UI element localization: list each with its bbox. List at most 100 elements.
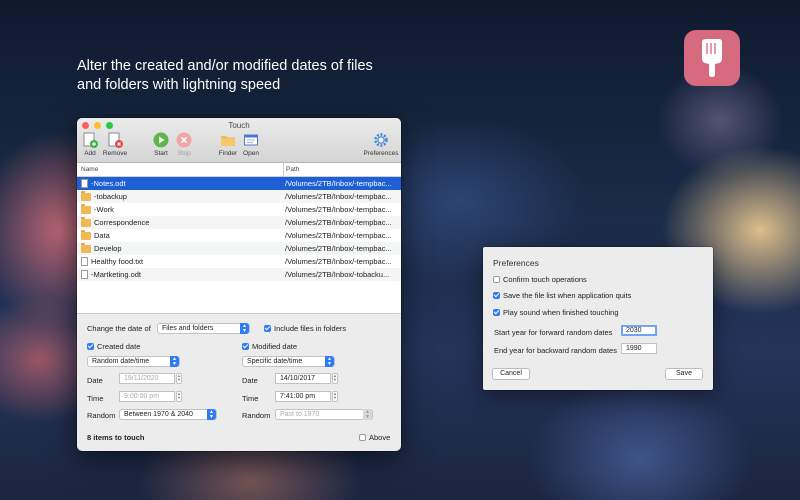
created-random-select[interactable]: Between 1970 & 2040 ▲ ▼ — [119, 409, 217, 420]
items-count: 8 items to touch — [87, 433, 145, 442]
created-random-label: Random — [87, 411, 116, 420]
window-title: Touch — [228, 121, 250, 130]
file-row[interactable]: Data/Volumes/2TB/Inbox/-tempbac... — [77, 229, 401, 242]
include-files-checkbox[interactable]: Include files in folders — [264, 324, 346, 333]
file-name: Healthy food.txt — [91, 257, 144, 266]
titlebar: Touch Add Remove Start Stop Finder Open … — [77, 118, 401, 163]
modified-date-label: Modified date — [252, 342, 298, 351]
above-checkbox[interactable]: Above — [359, 433, 390, 442]
file-row[interactable]: -Work/Volumes/2TB/Inbox/-tempbac... — [77, 203, 401, 216]
above-label: Above — [369, 433, 391, 442]
touch-window: Touch Add Remove Start Stop Finder Open … — [77, 118, 401, 451]
file-row[interactable]: -tobackup/Volumes/2TB/Inbox/-tempbac... — [77, 190, 401, 203]
chevron-updown-icon: ▲ ▼ — [207, 409, 216, 420]
document-icon — [81, 270, 88, 279]
modified-date-checkbox[interactable]: Modified date — [242, 342, 297, 351]
remove-button[interactable]: Remove — [98, 132, 132, 157]
created-date-checkbox[interactable]: Created date — [87, 342, 140, 351]
start-year-field[interactable]: 2030 — [621, 325, 657, 336]
open-button[interactable]: Open — [234, 132, 268, 157]
preferences-button[interactable]: Preferences — [361, 132, 401, 157]
stop-button[interactable]: Stop — [167, 132, 201, 157]
modified-mode-select[interactable]: Specific date/time ▲ ▼ — [242, 356, 335, 367]
preferences-label: Preferences — [363, 150, 399, 157]
add-label: Add — [84, 150, 96, 157]
file-name-cell: Data — [81, 229, 110, 240]
file-name: Data — [94, 231, 110, 240]
play-sound-label: Play sound when finished touching — [503, 308, 619, 317]
file-name: Correspondence — [94, 218, 150, 227]
app-icon — [684, 30, 740, 86]
file-list-header: Name Path — [77, 163, 401, 177]
created-mode-select[interactable]: Random date/time ▲ ▼ — [87, 356, 180, 367]
change-date-label: Change the date of — [87, 324, 151, 333]
stop-icon — [176, 132, 192, 148]
file-name-cell: Healthy food.txt — [81, 257, 143, 266]
options-panel: Change the date of Files and folders ▲ ▼ … — [77, 314, 401, 451]
save-file-list-label: Save the file list when application quit… — [503, 291, 632, 300]
document-icon — [81, 179, 88, 188]
save-file-list-checkbox[interactable]: Save the file list when application quit… — [493, 291, 631, 300]
file-name: Develop — [94, 244, 122, 253]
file-name-cell: -Notes.odt — [81, 179, 126, 188]
folder-icon — [81, 242, 91, 253]
confirm-touch-label: Confirm touch operations — [503, 275, 587, 284]
file-row[interactable]: Healthy food.txt/Volumes/2TB/Inbox/-temp… — [77, 255, 401, 268]
chevron-updown-icon: ▲ ▼ — [325, 356, 334, 367]
folder-icon — [81, 203, 91, 214]
change-date-value: Files and folders — [162, 325, 214, 332]
modified-time-label: Time — [242, 394, 259, 403]
created-time-stepper[interactable]: ▲ ▼ — [176, 391, 182, 402]
file-row[interactable]: -Notes.odt/Volumes/2TB/Inbox/-tempbac... — [77, 177, 401, 190]
chevron-updown-icon: ▲ ▼ — [240, 323, 249, 334]
file-name-cell: -tobackup — [81, 190, 127, 201]
created-date-label: Created date — [97, 342, 141, 351]
open-label: Open — [243, 150, 259, 157]
file-row[interactable]: Correspondence/Volumes/2TB/Inbox/-tempba… — [77, 216, 401, 229]
cancel-button[interactable]: Cancel — [492, 368, 530, 380]
save-button[interactable]: Save — [665, 368, 703, 380]
modified-date-field[interactable]: 14/10/2017 — [275, 373, 331, 384]
created-time-field[interactable]: 9:00:00 pm — [119, 391, 175, 402]
file-path: /Volumes/2TB/Inbox/-tempbac... — [285, 192, 392, 201]
modified-date-stepper[interactable]: ▲ ▼ — [332, 373, 338, 384]
file-path: /Volumes/2TB/Inbox/-tempbac... — [285, 179, 392, 188]
column-path-header[interactable]: Path — [286, 166, 299, 173]
headline: Alter the created and/or modified dates … — [77, 58, 373, 93]
change-date-select[interactable]: Files and folders ▲ ▼ — [157, 323, 250, 334]
end-year-field[interactable]: 1990 — [621, 343, 657, 354]
created-time-label: Time — [87, 394, 104, 403]
stop-label: Stop — [177, 150, 191, 157]
column-name-header[interactable]: Name — [81, 166, 98, 173]
modified-random-select[interactable]: Past to 1970 ▲ ▼ — [275, 409, 373, 420]
created-mode-value: Random date/time — [92, 358, 150, 365]
checkbox-checked-icon — [87, 343, 94, 350]
file-name: -tobackup — [94, 192, 127, 201]
add-file-icon — [83, 132, 98, 148]
modified-time-field[interactable]: 7:41:00 pm — [275, 391, 331, 402]
file-path: /Volumes/2TB/Inbox/-tobacku... — [285, 270, 390, 279]
file-name-cell: -Work — [81, 203, 114, 214]
file-name-cell: Correspondence — [81, 216, 150, 227]
modified-date-label-text: Date — [242, 376, 258, 385]
checkbox-checked-icon — [493, 309, 500, 316]
remove-file-icon — [108, 132, 123, 148]
confirm-touch-checkbox[interactable]: Confirm touch operations — [493, 275, 587, 284]
chevron-updown-icon: ▲ ▼ — [170, 356, 179, 367]
created-date-field[interactable]: 19/11/2020 — [119, 373, 175, 384]
open-window-icon — [244, 134, 258, 146]
checkbox-checked-icon — [264, 325, 271, 332]
file-list: Name Path -Notes.odt/Volumes/2TB/Inbox/-… — [77, 163, 401, 314]
folder-icon — [81, 216, 91, 227]
document-icon — [81, 257, 88, 266]
checkbox-unchecked-icon — [493, 276, 500, 283]
created-date-stepper[interactable]: ▲ ▼ — [176, 373, 182, 384]
play-sound-checkbox[interactable]: Play sound when finished touching — [493, 308, 619, 317]
modified-random-label: Random — [242, 411, 271, 420]
file-row[interactable]: -Martketing.odt/Volumes/2TB/Inbox/-tobac… — [77, 268, 401, 281]
start-year-label: Start year for forward random dates — [494, 328, 613, 337]
gear-icon — [374, 133, 388, 147]
file-row[interactable]: Develop/Volumes/2TB/Inbox/-tempbac... — [77, 242, 401, 255]
start-label: Start — [154, 150, 168, 157]
modified-time-stepper[interactable]: ▲ ▼ — [332, 391, 338, 402]
